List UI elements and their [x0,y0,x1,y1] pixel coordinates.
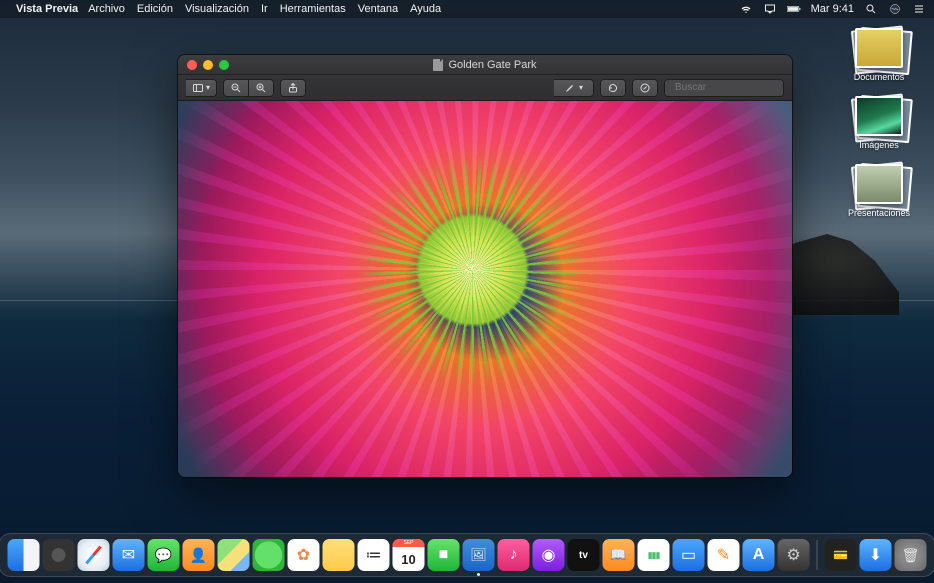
search-field[interactable] [664,79,784,97]
markup-icon [639,82,651,94]
menu-ventana[interactable]: Ventana [358,3,398,15]
dock-mail[interactable] [113,539,145,571]
zoom-in-icon [255,82,267,94]
desktop-icon-label: Presentaciones [834,208,924,218]
dock-keynote[interactable] [673,539,705,571]
menu-archivo[interactable]: Archivo [88,3,125,15]
menu-ir[interactable]: Ir [261,3,268,15]
desktop-icon-label: Imágenes [834,140,924,150]
dock-appstore[interactable] [743,539,775,571]
desktop-icon-label: Documentos [834,72,924,82]
zoom-in-button[interactable] [249,79,274,97]
share-button[interactable] [280,79,306,97]
desktop-stack-documentos[interactable]: Documentos [834,28,924,82]
menu-ayuda[interactable]: Ayuda [410,3,441,15]
spotlight-icon[interactable] [864,3,878,15]
zoom-out-icon [230,82,242,94]
menu-visualizacion[interactable]: Visualización [185,3,249,15]
dock-podcasts[interactable] [533,539,565,571]
dock-fotos[interactable] [288,539,320,571]
markup-button[interactable] [632,79,658,97]
siri-icon[interactable] [888,3,902,15]
dock-launchpad[interactable] [43,539,75,571]
airplay-icon[interactable] [763,3,777,15]
folder-icon [855,164,903,204]
sidebar-icon [192,82,204,94]
dock-numbers[interactable] [638,539,670,571]
dock-musica[interactable] [498,539,530,571]
dock-tv[interactable] [568,539,600,571]
menubar: Vista Previa Archivo Edición Visualizaci… [0,0,934,18]
desktop-stack-presentaciones[interactable]: Presentaciones [834,164,924,218]
dock-calendario[interactable]: SEP 10 [393,539,425,571]
window-title: Golden Gate Park [178,59,792,71]
battery-icon[interactable] [787,3,801,15]
highlight-button[interactable]: ▾ [554,79,594,97]
menubar-clock[interactable]: Mar 9:41 [811,3,854,15]
dock-pages[interactable] [708,539,740,571]
document-icon [433,59,443,71]
rotate-icon [607,82,619,94]
dock-wallet[interactable] [825,539,857,571]
menu-edicion[interactable]: Edición [137,3,173,15]
fullscreen-button[interactable] [219,60,229,70]
dock-finder[interactable] [8,539,40,571]
image-viewport[interactable] [178,101,792,477]
folder-icon [855,96,903,136]
dock-safari[interactable] [78,539,110,571]
calendar-month: SEP [393,539,425,547]
desktop-stack-imagenes[interactable]: Imágenes [834,96,924,150]
dock-descargas[interactable] [860,539,892,571]
search-input[interactable] [675,82,792,93]
dock: SEP 10 [0,533,934,577]
notification-center-icon[interactable] [912,3,926,15]
dock-contactos[interactable] [183,539,215,571]
zoom-out-button[interactable] [223,79,249,97]
dock-preferencias[interactable] [778,539,810,571]
dock-facetime[interactable] [428,539,460,571]
window-toolbar: ▾ ▾ [178,75,792,101]
wifi-icon[interactable] [739,3,753,15]
minimize-button[interactable] [203,60,213,70]
menu-herramientas[interactable]: Herramientas [280,3,346,15]
chevron-down-icon: ▾ [206,83,210,92]
window-titlebar[interactable]: Golden Gate Park [178,55,792,75]
dock-buscar[interactable] [253,539,285,571]
dock-notas[interactable] [323,539,355,571]
chevron-down-icon: ▾ [579,83,583,92]
displayed-image [178,101,792,477]
rotate-button[interactable] [600,79,626,97]
sidebar-toggle-button[interactable]: ▾ [186,79,217,97]
dock-recordatorios[interactable] [358,539,390,571]
desktop-icons: Documentos Imágenes Presentaciones [834,28,924,232]
calendar-day: 10 [401,547,415,571]
folder-icon [855,28,903,68]
dock-vista-previa[interactable] [463,539,495,571]
highlighter-icon [564,82,576,94]
window-title-text: Golden Gate Park [448,59,536,71]
dock-separator [817,540,818,570]
dock-libros[interactable] [603,539,635,571]
preview-window: Golden Gate Park ▾ ▾ [178,55,792,477]
close-button[interactable] [187,60,197,70]
window-controls [178,60,229,70]
dock-mensajes[interactable] [148,539,180,571]
dock-papelera[interactable] [895,539,927,571]
dock-mapas[interactable] [218,539,250,571]
share-icon [287,82,299,94]
app-menu[interactable]: Vista Previa [16,3,78,15]
